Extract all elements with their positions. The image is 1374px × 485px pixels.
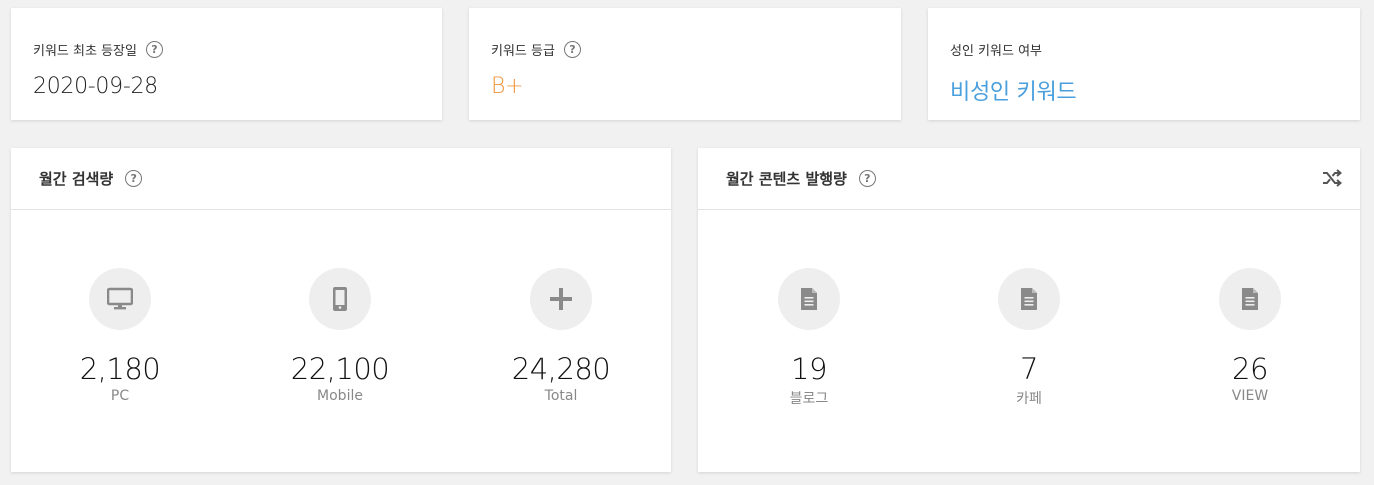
total-stat: 24,280 Total [481,268,641,404]
adult-card: 성인 키워드 여부 비성인 키워드 [928,8,1360,120]
monitor-icon [89,268,151,330]
help-icon[interactable]: ? [858,170,876,187]
pc-value: 2,180 [79,352,161,386]
content-volume-header: 월간 콘텐츠 발행량 ? [698,148,1360,210]
blog-value: 19 [791,352,827,386]
blog-label: 블로그 [789,391,829,407]
mobile-stat: 22,100 Mobile [260,268,420,404]
help-icon[interactable]: ? [125,170,143,187]
first-date-value: 2020-09-28 [33,74,158,99]
mobile-label: Mobile [317,388,363,404]
document-icon [998,268,1060,330]
search-volume-header: 월간 검색량 ? [11,148,671,210]
adult-value: 비성인 키워드 [950,80,1077,105]
search-volume-title: 월간 검색량 [39,170,114,188]
view-label: VIEW [1231,388,1269,404]
total-value: 24,280 [511,352,611,386]
first-date-label-row: 키워드 최초 등장일 ? [33,40,163,59]
view-stat: 26 VIEW [1170,268,1330,404]
cafe-value: 7 [1020,352,1038,386]
grade-card: 키워드 등급 ? B+ [469,8,901,120]
shuffle-icon[interactable] [1322,168,1342,188]
content-volume-card: 월간 콘텐츠 발행량 ? 19 블로그 7 카페 26 VIEW [698,148,1360,472]
pc-stat: 2,180 PC [40,268,200,404]
mobile-value: 22,100 [290,352,390,386]
grade-value: B+ [491,74,524,99]
cafe-stat: 7 카페 [949,268,1109,408]
first-date-card: 키워드 최초 등장일 ? 2020-09-28 [11,8,442,120]
view-value: 26 [1232,352,1268,386]
smartphone-icon [309,268,371,330]
help-icon[interactable]: ? [145,41,163,58]
adult-label-row: 성인 키워드 여부 [950,40,1042,59]
pc-label: PC [110,388,130,404]
plus-icon [530,268,592,330]
adult-label: 성인 키워드 여부 [950,44,1042,59]
help-icon[interactable]: ? [563,41,581,58]
document-icon [1219,268,1281,330]
blog-stat: 19 블로그 [729,268,889,408]
cafe-label: 카페 [1016,391,1042,407]
content-volume-title: 월간 콘텐츠 발행량 [726,170,847,188]
grade-label-row: 키워드 등급 ? [491,40,581,59]
search-volume-card: 월간 검색량 ? 2,180 PC 22,100 Mobile 24,280 T… [11,148,671,472]
first-date-label: 키워드 최초 등장일 [33,44,137,59]
total-label: Total [544,388,578,404]
grade-label: 키워드 등급 [491,44,555,59]
document-icon [778,268,840,330]
